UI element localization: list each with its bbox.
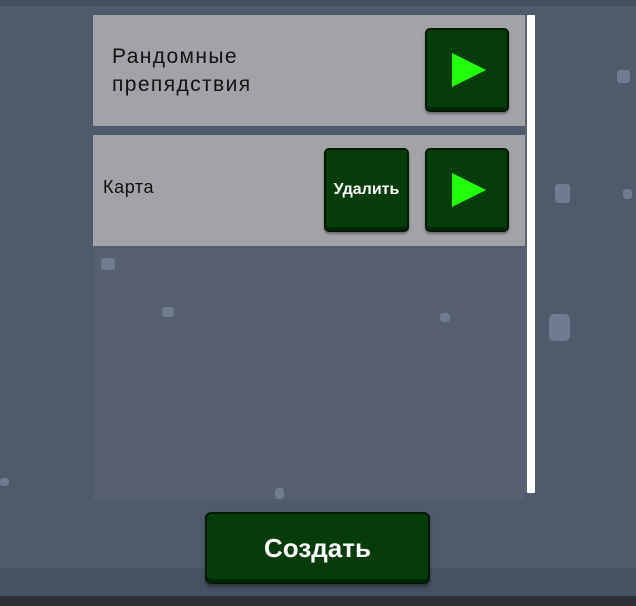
background-pebble <box>101 258 115 270</box>
background-bottom-edge <box>0 596 636 606</box>
background-pebble <box>440 313 450 322</box>
background-pebble <box>275 488 284 499</box>
background-pebble <box>0 478 9 486</box>
level-title: Карта <box>103 177 155 197</box>
level-row: Карта Удалить <box>93 135 525 246</box>
play-level-button[interactable] <box>425 148 509 232</box>
delete-button-label: Удалить <box>333 181 400 198</box>
background-pebble <box>162 307 174 317</box>
background-pebble <box>623 189 632 199</box>
create-button-label: Создать <box>264 532 371 563</box>
background-pebble <box>617 70 630 83</box>
level-title: Рандомные препядствия <box>112 45 252 96</box>
create-button[interactable]: Создать <box>205 512 430 584</box>
scrollbar-thumb[interactable] <box>527 15 535 493</box>
play-icon <box>452 53 486 87</box>
background-top-edge <box>0 0 636 6</box>
level-row: Рандомные препядствия <box>93 15 525 126</box>
background-pebble <box>555 184 570 203</box>
row-divider <box>93 126 525 135</box>
play-icon <box>452 173 486 207</box>
delete-level-button[interactable]: Удалить <box>324 148 409 232</box>
play-level-button[interactable] <box>425 28 509 112</box>
background-pebble <box>549 314 570 341</box>
